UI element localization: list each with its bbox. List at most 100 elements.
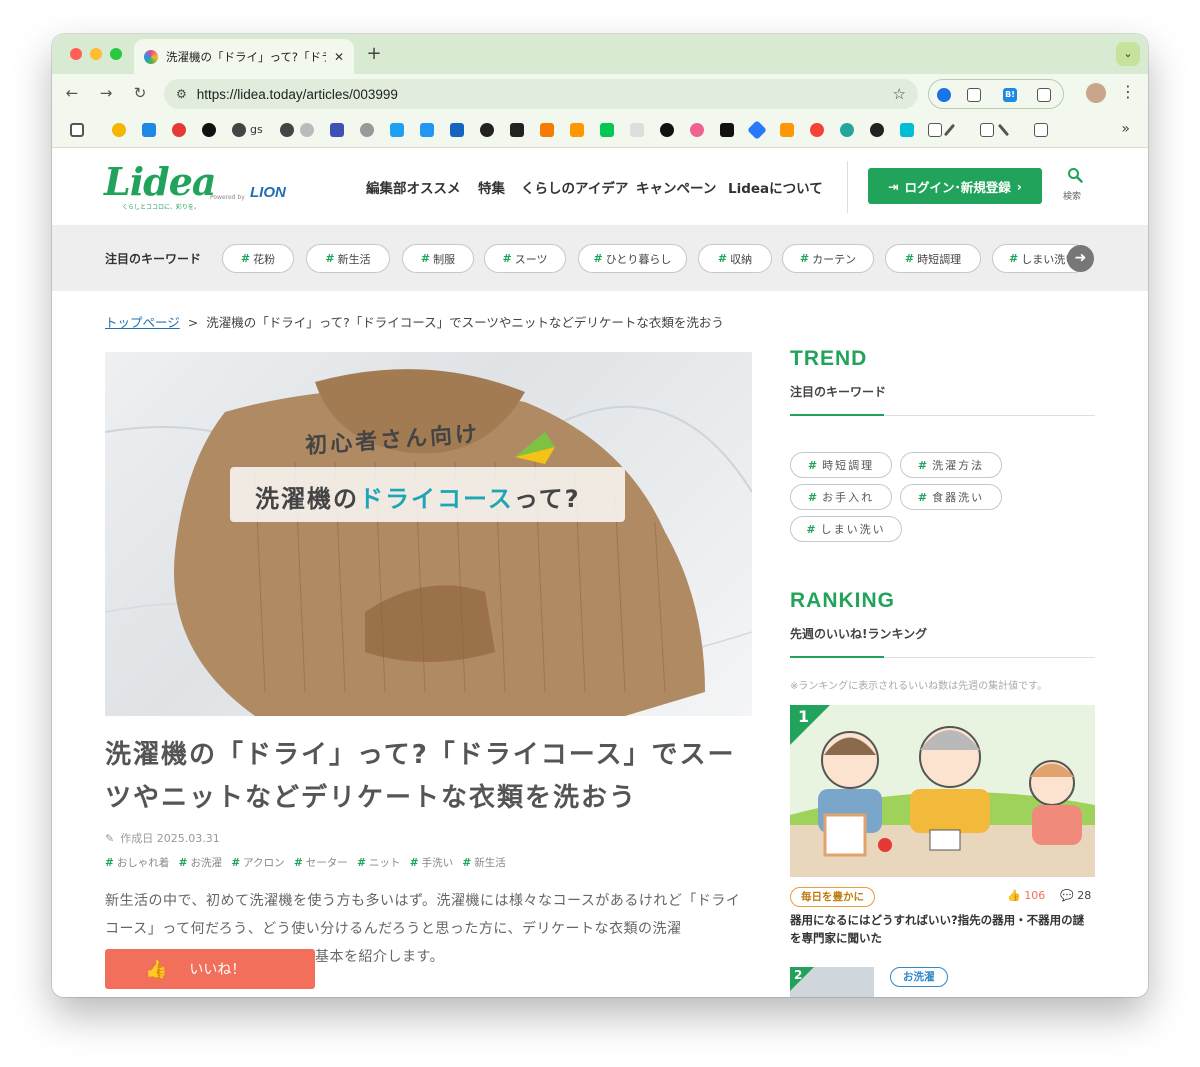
bookmark-leaf-icon[interactable] — [840, 123, 854, 137]
keyword-chip[interactable]: # 収納 — [698, 244, 772, 273]
article-tag[interactable]: # セーター — [294, 857, 348, 869]
ranking-1-title[interactable]: 器用になるにはどうすればいい?指先の器用・不器用の謎を専門家に聞いた — [790, 911, 1095, 947]
browser-menu-icon[interactable]: ⋮ — [1120, 82, 1136, 101]
folder-icon[interactable] — [980, 123, 994, 137]
ranking-2-thumbnail[interactable]: 2 — [790, 967, 874, 997]
keyword-chip[interactable]: # 時短調理 — [885, 244, 981, 273]
wrench-icon[interactable] — [997, 123, 1010, 137]
keyword-chip[interactable]: # ひとり暮らし — [578, 244, 687, 273]
bookmark-chat-icon[interactable] — [810, 123, 824, 137]
forward-arrow-icon[interactable]: → — [96, 84, 116, 102]
bookmark-asana-icon[interactable] — [690, 123, 704, 137]
reload-icon[interactable]: ↻ — [130, 84, 150, 102]
trend-chip[interactable]: # 洗濯方法 — [900, 452, 1002, 478]
bookmark-flask-icon[interactable] — [630, 123, 644, 137]
bookmark-drive-icon[interactable] — [112, 123, 126, 137]
login-register-button[interactable]: ⇥ ログイン･新規登録 › — [868, 168, 1042, 204]
extensions-puzzle-icon[interactable] — [1037, 88, 1051, 102]
bookmark-diamond-icon[interactable] — [747, 120, 767, 140]
keyword-chip[interactable]: # 制服 — [402, 244, 474, 273]
new-tab-button[interactable]: + — [364, 44, 384, 64]
site-info-icon[interactable]: ⚙ — [176, 87, 187, 101]
bookmark-github2-icon[interactable] — [510, 123, 524, 137]
thumbs-up-icon: 👍 — [1007, 889, 1021, 902]
profile-avatar[interactable] — [1086, 83, 1106, 103]
lidea-favicon-icon — [144, 49, 158, 64]
bookmark-bars-icon[interactable] — [780, 123, 794, 137]
bookmark-ring-icon[interactable] — [172, 123, 186, 137]
bookmark-star-icon[interactable]: ☆ — [893, 85, 906, 103]
ranking-1-thumbnail[interactable]: 1 — [790, 705, 1095, 877]
bookmark-chart2-icon[interactable] — [450, 123, 464, 137]
nav-campaign[interactable]: キャンペーン — [636, 177, 716, 197]
thumbs-up-icon: 👍 — [145, 958, 168, 980]
ranking-1-category[interactable]: 毎日を豊かに — [790, 887, 875, 907]
minimize-window-button[interactable] — [90, 48, 102, 60]
bookmark-circle-icon[interactable] — [870, 123, 884, 137]
ranking-2-category[interactable]: お洗濯 — [890, 967, 948, 987]
trend-chip[interactable]: # 食器洗い — [900, 484, 1002, 510]
keyword-chip[interactable]: # 新生活 — [306, 244, 390, 273]
bookmark-chart-icon[interactable] — [420, 123, 434, 137]
keyword-chip[interactable]: # カーテン — [782, 244, 874, 273]
back-arrow-icon[interactable]: ← — [62, 84, 82, 102]
close-window-button[interactable] — [70, 48, 82, 60]
maximize-window-button[interactable] — [110, 48, 122, 60]
browser-tab[interactable]: 洗濯機の「ドライ」って?「ドラ ✕ — [134, 39, 354, 74]
article-tag[interactable]: # 新生活 — [462, 857, 505, 869]
address-bar[interactable]: ⚙ https://lidea.today/articles/003999 ☆ — [164, 79, 918, 109]
bookmark-gs-label[interactable]: gs — [250, 123, 263, 136]
article-tag[interactable]: # 手洗い — [410, 857, 453, 869]
pen-icon[interactable] — [943, 123, 956, 137]
breadcrumb-home-link[interactable]: トップページ — [105, 315, 180, 330]
keyword-bar-label: 注目のキーワード — [105, 252, 202, 266]
extension-hatena-icon[interactable]: B! — [1003, 88, 1017, 102]
folder-icon[interactable] — [1034, 123, 1048, 137]
bookmark-globe2-icon[interactable] — [280, 123, 294, 137]
bookmark-b-icon[interactable] — [900, 123, 914, 137]
extension-reader-icon[interactable] — [967, 88, 981, 102]
bookmark-cube-icon[interactable] — [540, 123, 554, 137]
ranking-heading-en: RANKING — [790, 589, 895, 612]
lion-logo[interactable]: LION — [250, 184, 286, 201]
article-tag[interactable]: # アクロン — [231, 857, 284, 869]
bookmark-g-icon[interactable] — [330, 123, 344, 137]
article-tag[interactable]: # おしゃれ着 — [105, 857, 169, 869]
scroll-right-arrow-icon[interactable]: ➜ — [1067, 245, 1094, 272]
nav-about[interactable]: Lideaについて — [728, 177, 823, 197]
article-tag[interactable]: # ニット — [357, 857, 400, 869]
search-label[interactable]: 検索 — [1063, 189, 1081, 202]
keyword-chip[interactable]: # スーツ — [484, 244, 566, 273]
url-text[interactable]: https://lidea.today/articles/003999 — [197, 87, 398, 102]
bookmark-github-icon[interactable] — [480, 123, 494, 137]
search-icon[interactable] — [1065, 167, 1085, 187]
keyword-chip[interactable]: # 花粉 — [222, 244, 294, 273]
article-date: ✎ 作成日 2025.03.31 — [105, 832, 220, 845]
bookmark-clock-icon[interactable] — [300, 123, 314, 137]
folder-icon[interactable] — [928, 123, 942, 137]
like-button[interactable]: 👍 いいね！ — [105, 949, 315, 989]
bookmark-globe-icon[interactable] — [232, 123, 246, 137]
tab-search-chevron-icon[interactable]: ⌄ — [1116, 42, 1140, 66]
trend-chip[interactable]: # 時短調理 — [790, 452, 892, 478]
bookmark-opera-icon[interactable] — [202, 123, 216, 137]
nav-features[interactable]: 特集 — [478, 177, 505, 197]
bookmark-play-icon[interactable] — [600, 123, 614, 137]
lidea-logo[interactable]: Lidea — [104, 159, 217, 204]
close-tab-icon[interactable]: ✕ — [334, 50, 344, 64]
trend-chip[interactable]: # お手入れ — [790, 484, 892, 510]
chevron-right-icon: › — [1016, 178, 1022, 194]
more-bookmarks-chevron-icon[interactable]: » — [1121, 121, 1130, 137]
nav-editors-picks[interactable]: 編集部オススメ — [366, 177, 461, 197]
bookmark-rss-icon[interactable] — [570, 123, 584, 137]
nav-living-ideas[interactable]: くらしのアイデア — [521, 177, 628, 197]
trend-chip[interactable]: # しまい洗い — [790, 516, 902, 542]
bookmark-openai-icon[interactable] — [360, 123, 374, 137]
bookmark-twitter-icon[interactable] — [390, 123, 404, 137]
bookmark-a-icon[interactable] — [720, 123, 734, 137]
bookmark-hatena-icon[interactable] — [142, 123, 156, 137]
extension-translate-icon[interactable] — [937, 88, 951, 102]
article-tag[interactable]: # お洗濯 — [179, 857, 222, 869]
bookmark-triangle-icon[interactable] — [660, 123, 674, 137]
apps-grid-icon[interactable] — [70, 123, 84, 137]
